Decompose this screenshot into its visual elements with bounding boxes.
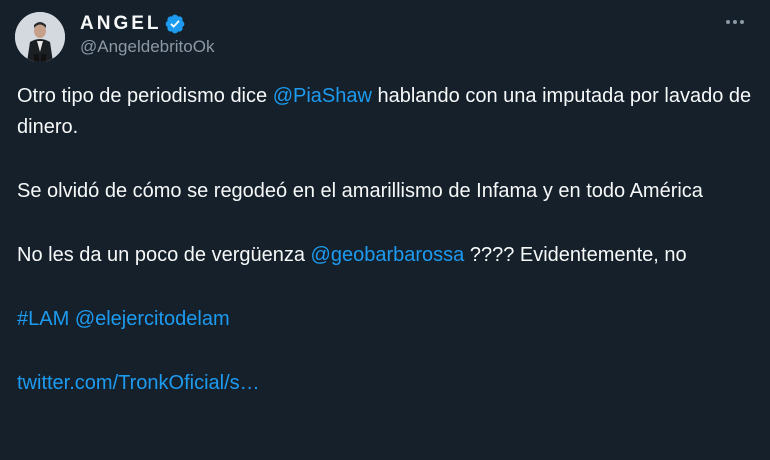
- tweet-card: ANGEL @AngeldebritoOk Otro tipo de perio…: [0, 0, 770, 460]
- more-horizontal-icon-dot: [733, 20, 737, 24]
- tweet-paragraph-3: No les da un poco de vergüenza @geobarba…: [17, 240, 757, 271]
- mention-link[interactable]: @geobarbarossa: [311, 244, 465, 266]
- tweet-paragraph-4: #LAM @elejercitodelam: [17, 304, 757, 335]
- more-horizontal-icon-dot: [740, 20, 744, 24]
- more-horizontal-icon: [726, 20, 730, 24]
- avatar-image: [15, 12, 65, 62]
- display-name[interactable]: ANGEL: [80, 13, 162, 35]
- text-segment: No les da un poco de vergüenza: [17, 244, 311, 266]
- tweet-text: Otro tipo de periodismo dice @PiaShaw ha…: [17, 81, 757, 399]
- author-handle[interactable]: @AngeldebritoOk: [80, 37, 214, 57]
- text-segment: ???? Evidentemente, no: [464, 244, 687, 266]
- hashtag-link[interactable]: #LAM: [17, 308, 69, 330]
- mention-link[interactable]: @elejercitodelam: [75, 308, 230, 330]
- tweet-paragraph-1: Otro tipo de periodismo dice @PiaShaw ha…: [17, 81, 757, 143]
- tweet-paragraph-2: Se olvidó de cómo se regodeó en el amari…: [17, 176, 757, 207]
- verified-badge-icon: [164, 13, 186, 35]
- mention-link[interactable]: @PiaShaw: [273, 85, 372, 107]
- text-segment: Se olvidó de cómo se regodeó en el amari…: [17, 180, 703, 202]
- more-options-button[interactable]: [720, 10, 750, 34]
- tweet-paragraph-5: twitter.com/TronkOficial/s…: [17, 368, 757, 399]
- url-link[interactable]: twitter.com/TronkOficial/s…: [17, 372, 260, 394]
- author-name-row[interactable]: ANGEL: [80, 12, 186, 36]
- avatar[interactable]: [15, 12, 65, 62]
- text-segment: Otro tipo de periodismo dice: [17, 85, 273, 107]
